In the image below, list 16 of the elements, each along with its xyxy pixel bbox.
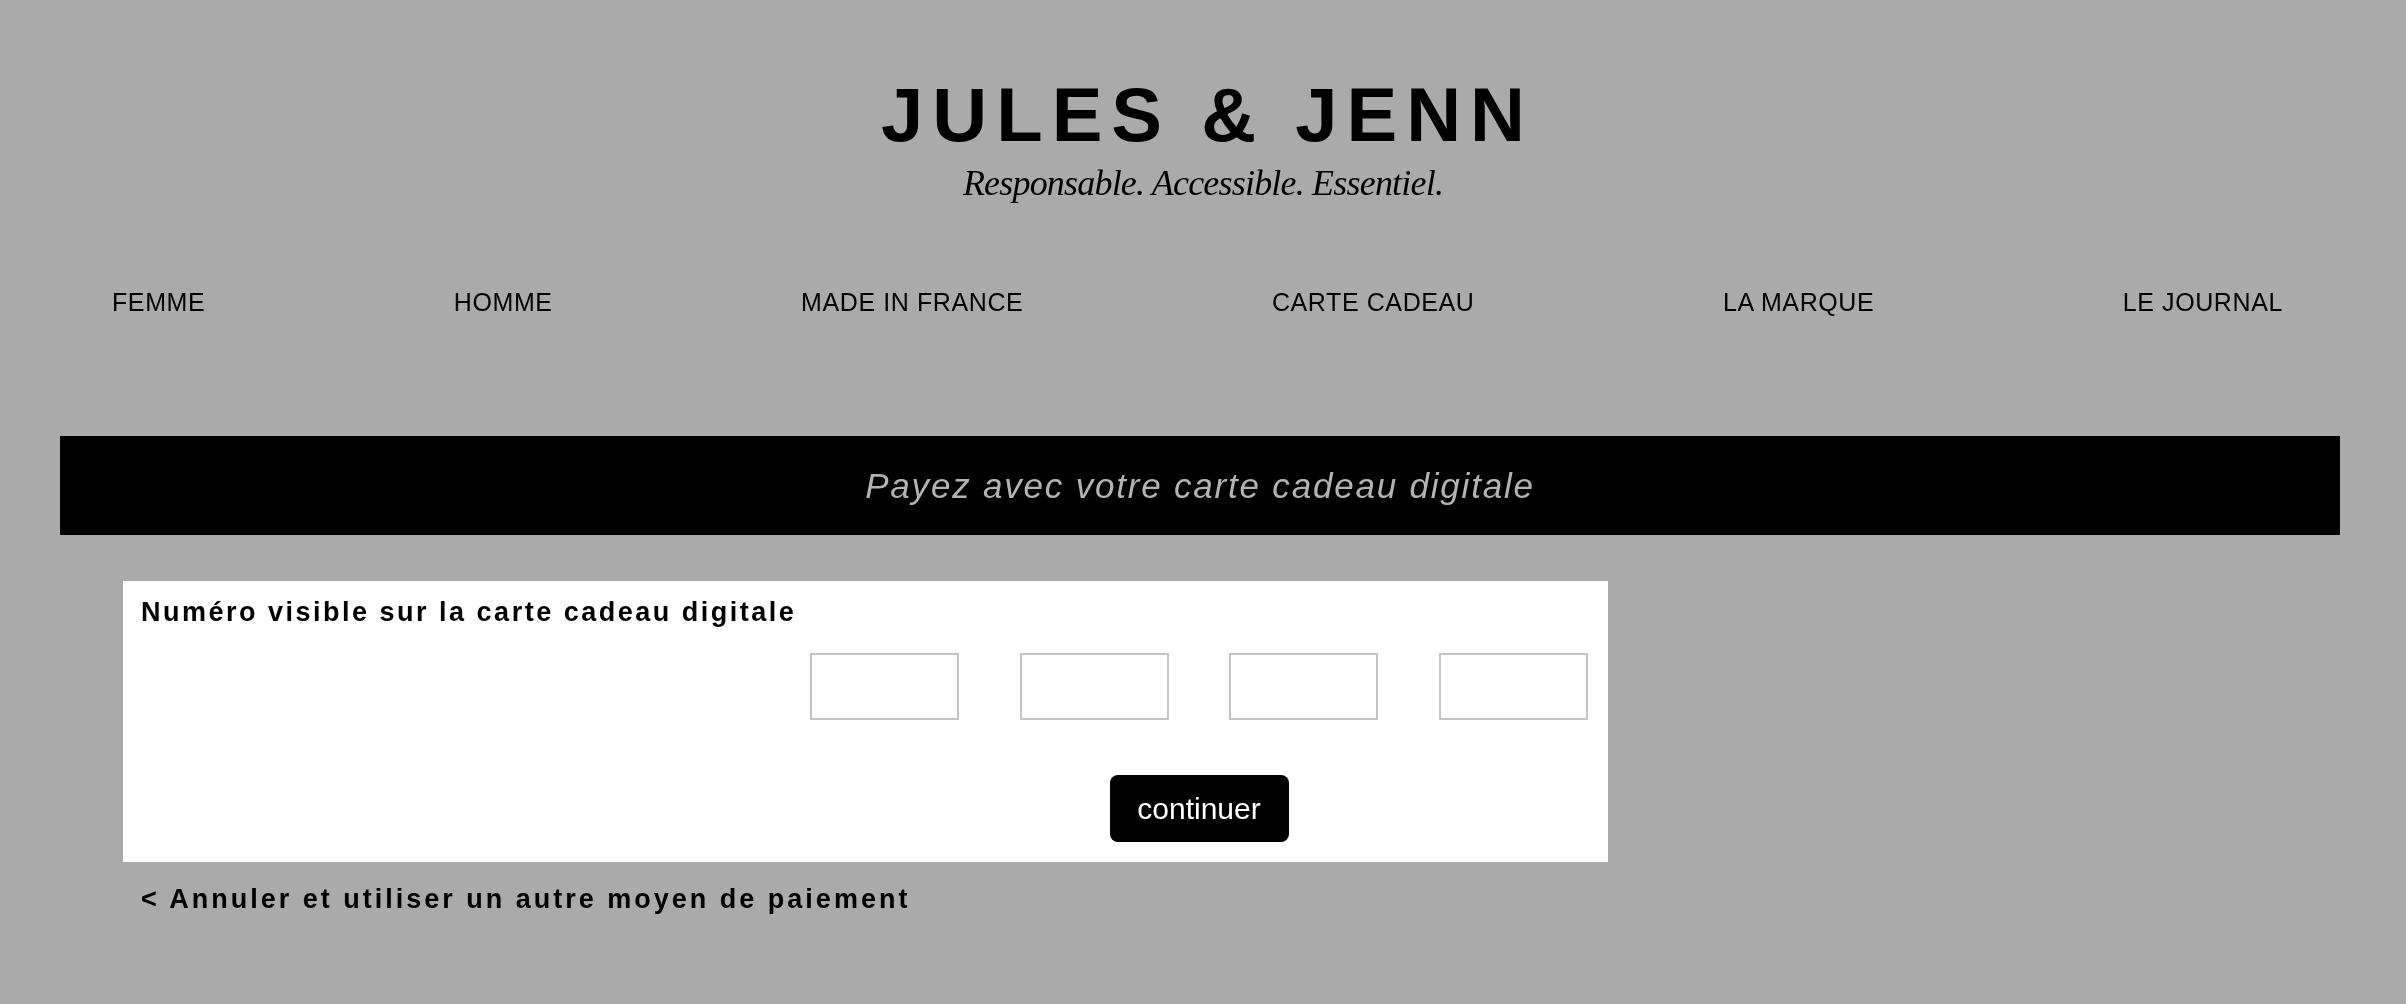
- nav-link[interactable]: FEMME: [112, 288, 206, 316]
- nav-link[interactable]: HOMME: [453, 288, 553, 316]
- code-input-field[interactable]: [1019, 653, 1169, 720]
- logo-wordmark[interactable]: JULES & JENN: [872, 77, 1534, 153]
- code-input-field[interactable]: [1229, 653, 1379, 720]
- nav-link[interactable]: LA MARQUE: [1723, 288, 1875, 316]
- field-label: Numéro visible sur la carte cadeau digitale: [141, 597, 797, 627]
- nav-link[interactable]: MADE IN FRANCE: [801, 288, 1024, 316]
- banner-title: Payez avec votre carte cadeau digitale: [865, 464, 1535, 507]
- cancel-link[interactable]: < Annuler et utiliser un autre moyen de paiement: [141, 884, 911, 914]
- continue-button[interactable]: continuer: [1109, 775, 1289, 842]
- brand-tagline: Responsable. Accessible. Essentiel.: [962, 165, 1444, 201]
- code-input-field[interactable]: [810, 653, 959, 720]
- code-input-field[interactable]: [1438, 653, 1588, 720]
- nav-link[interactable]: LE JOURNAL: [2122, 288, 2283, 316]
- nav-link[interactable]: CARTE CADEAU: [1271, 288, 1475, 316]
